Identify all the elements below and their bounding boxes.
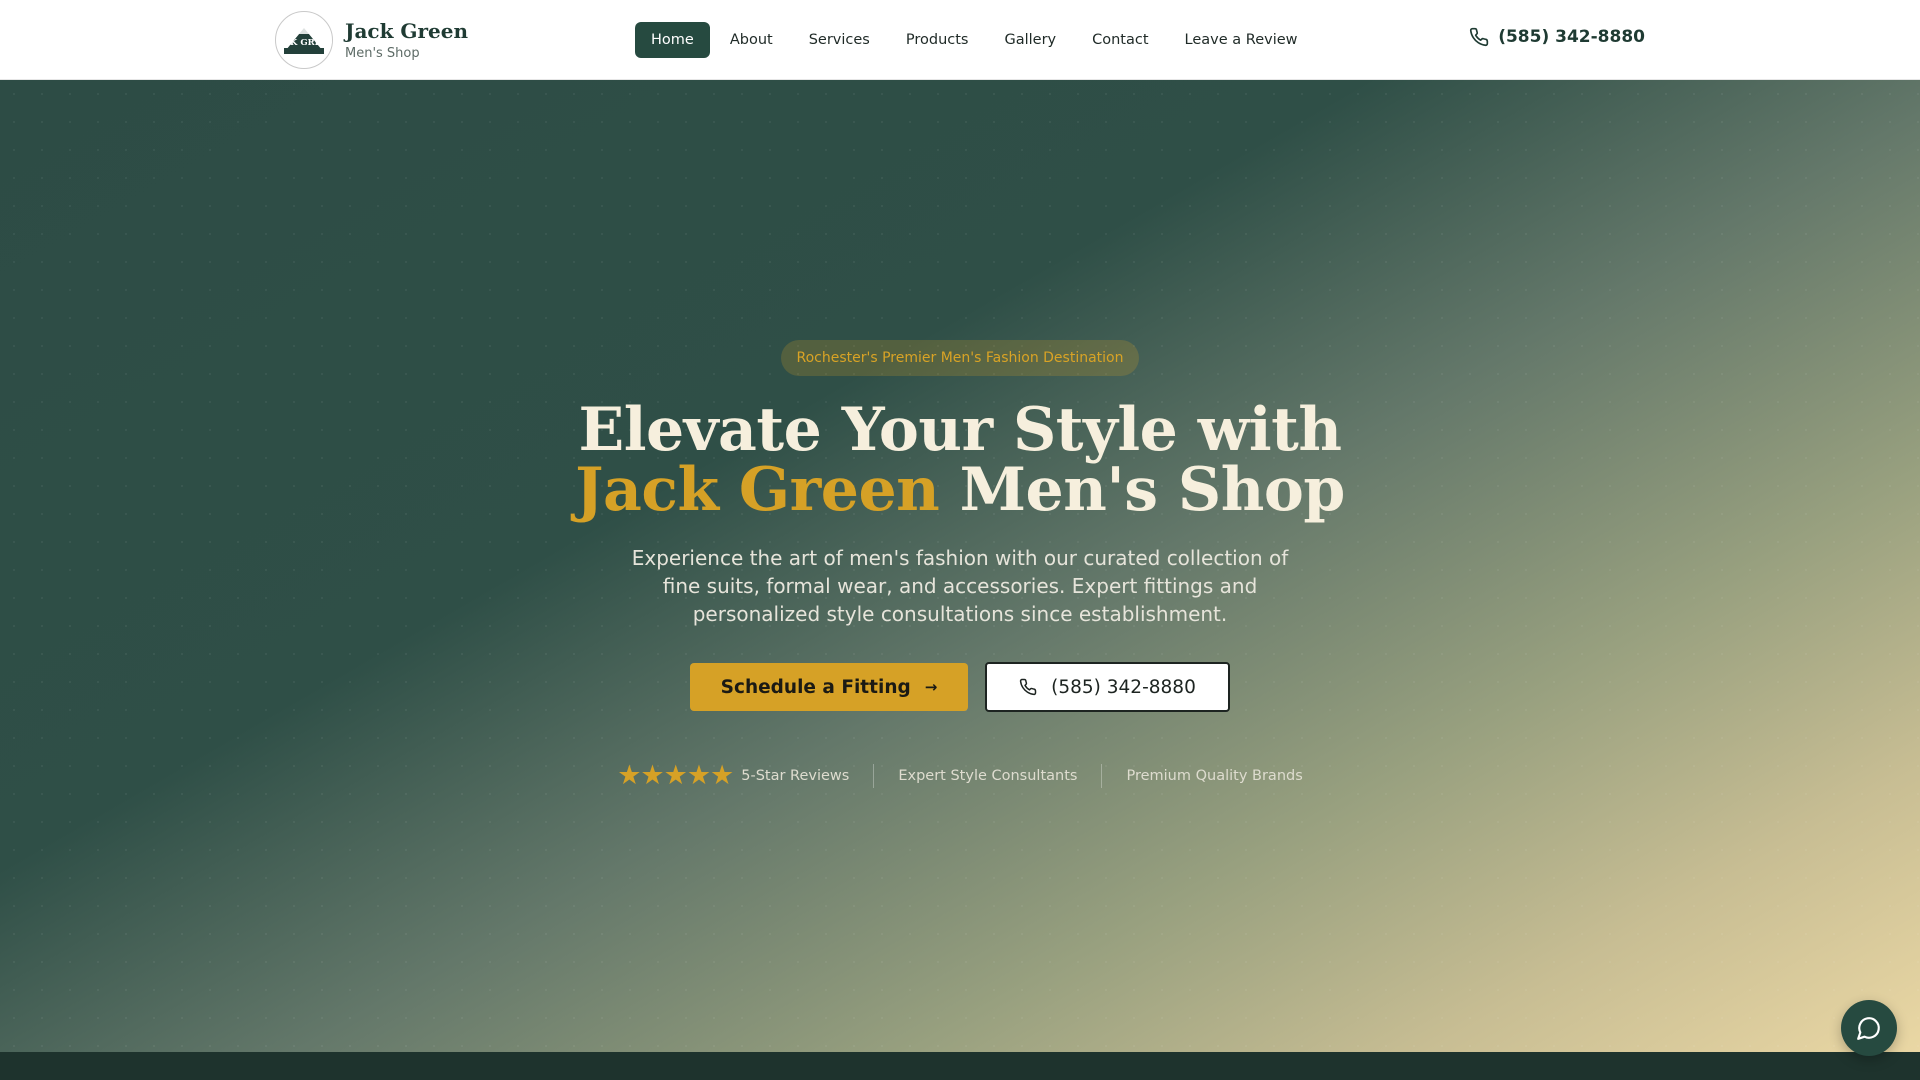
headline-line-1: Elevate Your Style with bbox=[578, 395, 1342, 465]
trust-divider bbox=[873, 764, 875, 788]
nav-item-leave-review[interactable]: Leave a Review bbox=[1169, 22, 1314, 58]
chat-button[interactable] bbox=[1841, 1000, 1897, 1056]
headline-accent: Jack Green bbox=[575, 455, 940, 525]
phone-icon bbox=[1470, 27, 1489, 47]
arrow-right-icon: → bbox=[924, 678, 938, 696]
headline-rest: Men's Shop bbox=[959, 455, 1346, 525]
schedule-fitting-button[interactable]: Schedule a Fitting → bbox=[690, 663, 968, 711]
svg-text:JACK GREEN: JACK GREEN bbox=[276, 38, 332, 48]
nav-item-products[interactable]: Products bbox=[890, 22, 985, 58]
header-phone-link[interactable]: (585) 342-8880 bbox=[1469, 27, 1645, 47]
chat-bubble-icon bbox=[1857, 1017, 1880, 1040]
cta-row: Schedule a Fitting → (585) 342-8880 bbox=[0, 662, 1920, 712]
nav-item-services[interactable]: Services bbox=[793, 22, 886, 58]
hero-subtext: Experience the art of men's fashion with… bbox=[631, 546, 1289, 626]
call-phone-button[interactable]: (585) 342-8880 bbox=[985, 662, 1230, 712]
brands-label: Premium Quality Brands bbox=[1126, 768, 1303, 784]
brand-subtitle: Men's Shop bbox=[345, 45, 420, 61]
nav-item-about[interactable]: About bbox=[714, 22, 789, 58]
brand-name: Jack Green bbox=[345, 18, 469, 43]
schedule-fitting-label: Schedule a Fitting bbox=[720, 676, 911, 698]
hero-badge: Rochester's Premier Men's Fashion Destin… bbox=[780, 340, 1140, 376]
nav-item-gallery[interactable]: Gallery bbox=[988, 22, 1072, 58]
site-header: JACK GREEN Jack Green Men's Shop Home Ab… bbox=[0, 0, 1920, 80]
hero-content: Rochester's Premier Men's Fashion Destin… bbox=[0, 340, 1920, 790]
hero-headline: Elevate Your Style with Jack Green Men's… bbox=[0, 400, 1920, 520]
nav-item-contact[interactable]: Contact bbox=[1076, 22, 1164, 58]
brand-text: Jack Green Men's Shop bbox=[345, 19, 468, 62]
brand-logo-link[interactable]: JACK GREEN Jack Green Men's Shop bbox=[275, 11, 468, 69]
logo-badge: JACK GREEN bbox=[275, 11, 333, 69]
call-phone-label: (585) 342-8880 bbox=[1051, 676, 1196, 698]
reviews-label: 5-Star Reviews bbox=[741, 768, 850, 784]
star-rating-icon: ★★★★★ bbox=[617, 760, 734, 791]
hero-section: Rochester's Premier Men's Fashion Destin… bbox=[0, 80, 1920, 1052]
header-phone-number: (585) 342-8880 bbox=[1498, 27, 1645, 47]
phone-icon bbox=[1019, 678, 1037, 696]
next-section-strip bbox=[0, 1052, 1920, 1080]
nav-item-home[interactable]: Home bbox=[635, 22, 710, 58]
logo-emblem-icon: JACK GREEN bbox=[276, 13, 332, 67]
consultants-label: Expert Style Consultants bbox=[898, 768, 1078, 784]
main-nav: Home About Services Products Gallery Con… bbox=[635, 22, 1318, 58]
trust-divider bbox=[1101, 764, 1103, 788]
headline-line-2: Jack Green Men's Shop bbox=[0, 460, 1920, 520]
trust-indicators: ★★★★★ 5-Star Reviews Expert Style Consul… bbox=[0, 762, 1920, 790]
